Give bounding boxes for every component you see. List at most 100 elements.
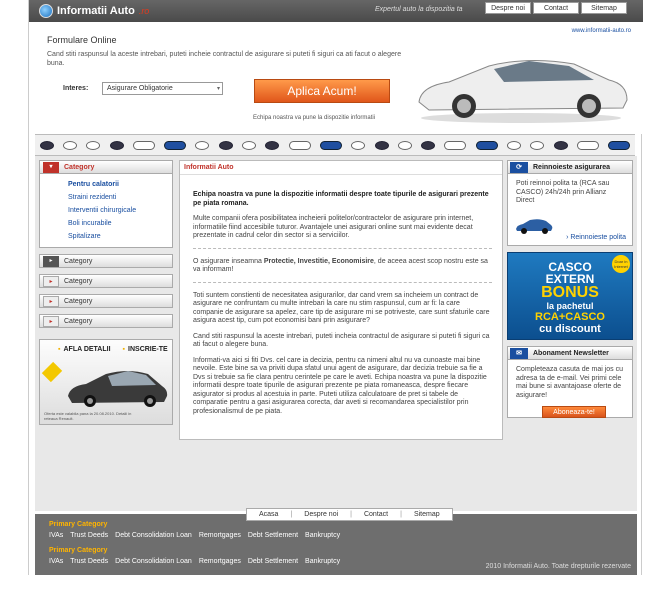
arrow-right-icon: ▸ bbox=[43, 295, 59, 307]
sidebar-category[interactable]: ▸ Category bbox=[39, 294, 173, 308]
brand-logo-icon[interactable] bbox=[195, 140, 210, 150]
tagline: Expertul auto la dispozitia ta bbox=[375, 6, 463, 13]
brand-logo-icon[interactable] bbox=[218, 140, 233, 150]
brand-logo-icon[interactable] bbox=[506, 140, 521, 150]
chevron-down-icon: ▾ bbox=[216, 86, 220, 92]
brand-logo-icon[interactable] bbox=[444, 140, 467, 150]
paragraph: Cand stiti raspunsul la aceste intrebari… bbox=[193, 332, 490, 349]
sidebar-category[interactable]: ▸ Category bbox=[39, 254, 173, 268]
subcategory-list: Pentru calatorii Straini rezidenti Inter… bbox=[39, 174, 173, 248]
footer-link[interactable]: Bankruptcy bbox=[305, 558, 340, 565]
nav-sitemap[interactable]: Sitemap bbox=[581, 2, 627, 14]
footer-link[interactable]: Trust Deeds bbox=[70, 532, 108, 539]
subcategory-link[interactable]: Interventii chirurgicale bbox=[68, 204, 172, 217]
right-sidebar: ⟳ Reinnoieste asigurarea Poti reinnoi po… bbox=[507, 160, 633, 418]
interes-label: Interes: bbox=[63, 85, 89, 92]
newsletter-header: ✉ Abonament Newsletter bbox=[507, 346, 633, 360]
subcategory-link[interactable]: Pentru calatorii bbox=[68, 178, 172, 191]
footer-link[interactable]: Remortgages bbox=[199, 558, 241, 565]
category-label: Category bbox=[64, 163, 95, 171]
subscribe-button[interactable]: Aboneaza-te! bbox=[542, 406, 606, 418]
arrow-right-icon: ▸ bbox=[43, 315, 59, 327]
promo-fine-print: Oferta este valabila pana la 20.08.2010.… bbox=[44, 411, 132, 421]
brand-logo-icon[interactable] bbox=[319, 140, 342, 150]
promo-inscrie-te[interactable]: INSCRIE-TE bbox=[123, 346, 168, 353]
form-description: Cand stiti raspunsul la aceste intrebari… bbox=[47, 51, 402, 67]
nav-despre-noi[interactable]: Despre noi bbox=[485, 2, 531, 14]
brand-logo-icon[interactable] bbox=[397, 140, 412, 150]
arrow-right-icon: ▸ bbox=[43, 275, 59, 287]
brand-logo-icon[interactable] bbox=[242, 140, 257, 150]
divider bbox=[193, 247, 492, 249]
brand-logo-icon[interactable] bbox=[421, 140, 436, 150]
footer-nav-sitemap[interactable]: Sitemap bbox=[402, 511, 452, 518]
footer-primary-category[interactable]: Primary Category bbox=[49, 521, 107, 528]
nav-contact[interactable]: Contact bbox=[533, 2, 579, 14]
casco-banner[interactable]: Doar in Internet CASCO EXTERN BONUS la p… bbox=[507, 252, 633, 340]
newsletter-title: Abonament Newsletter bbox=[533, 349, 609, 357]
casco-line: RCA+CASCO bbox=[535, 311, 605, 323]
renault-logo-icon bbox=[41, 361, 63, 383]
promo-afla-detalii[interactable]: AFLA DETALII bbox=[58, 346, 110, 353]
footer-link[interactable]: Debt Consolidation Loan bbox=[115, 532, 192, 539]
brand-logo-icon[interactable] bbox=[576, 140, 599, 150]
apply-button[interactable]: Aplica Acum! bbox=[254, 79, 390, 103]
brand-logo-icon[interactable] bbox=[530, 140, 545, 150]
casco-line: cu discount bbox=[539, 323, 601, 335]
renew-box: Poti reinnoi polita ta (RCA sau CASCO) 2… bbox=[507, 174, 633, 246]
arrow-right-icon: ▸ bbox=[43, 255, 59, 267]
renew-link[interactable]: › Reinnoieste polita bbox=[566, 234, 626, 243]
brand-logo-icon[interactable] bbox=[374, 140, 389, 150]
newsletter-box: Completeaza casuta de mai jos cu adresa … bbox=[507, 360, 633, 418]
text: O asigurare inseamna bbox=[193, 257, 264, 265]
subcategory-link[interactable]: Straini rezidenti bbox=[68, 191, 172, 204]
renault-promo-banner[interactable]: AFLA DETALII INSCRIE-TE Oferta este vala… bbox=[39, 339, 173, 425]
brand-logo-icon[interactable] bbox=[608, 140, 631, 150]
sidebar-category-main[interactable]: ▾ Category bbox=[39, 160, 173, 174]
footer-nav-despre-noi[interactable]: Despre noi bbox=[292, 511, 350, 518]
footer-primary-category[interactable]: Primary Category bbox=[49, 547, 107, 554]
site-url[interactable]: www.informatii-auto.ro bbox=[572, 28, 631, 34]
sidebar-category[interactable]: ▸ Category bbox=[39, 274, 173, 288]
renew-header: ⟳ Reinnoieste asigurarea bbox=[507, 160, 633, 174]
brand-logo-icon[interactable] bbox=[132, 140, 155, 150]
brand-logo-icon[interactable] bbox=[62, 140, 77, 150]
sidebar-category[interactable]: ▸ Category bbox=[39, 314, 173, 328]
site-logo[interactable]: Informatii Auto .ro bbox=[39, 3, 149, 19]
brand-logo-icon[interactable] bbox=[553, 140, 568, 150]
footer-link[interactable]: IVAs bbox=[49, 532, 63, 539]
header-form-area: www.informatii-auto.ro Formulare Online … bbox=[29, 22, 643, 134]
footer-link[interactable]: Debt Consolidation Loan bbox=[115, 558, 192, 565]
footer-links: IVAs Trust Deeds Debt Consolidation Loan… bbox=[49, 532, 340, 539]
refresh-icon: ⟳ bbox=[510, 161, 528, 173]
footer-link[interactable]: Bankruptcy bbox=[305, 532, 340, 539]
brand-logo-icon[interactable] bbox=[164, 140, 187, 150]
category-label: Category bbox=[64, 297, 93, 305]
footer-link[interactable]: Debt Settlement bbox=[248, 532, 298, 539]
brand-logo-icon[interactable] bbox=[475, 140, 498, 150]
brand-logo-icon[interactable] bbox=[109, 140, 124, 150]
main-content: Informatii Auto Echipa noastra va pune l… bbox=[179, 160, 503, 440]
apply-caption: Echipa noastra va pune la dispozitie inf… bbox=[253, 115, 376, 121]
brand-logo-icon[interactable] bbox=[351, 140, 366, 150]
interes-select[interactable]: Asigurare Obligatorie ▾ bbox=[102, 82, 223, 95]
divider bbox=[193, 281, 492, 283]
car-brands-strip bbox=[35, 134, 635, 156]
footer-link[interactable]: Trust Deeds bbox=[70, 558, 108, 565]
brand-logo-icon[interactable] bbox=[265, 140, 280, 150]
footer-nav-contact[interactable]: Contact bbox=[352, 511, 400, 518]
paragraph: Toti suntem constienti de necesitatea as… bbox=[193, 291, 490, 325]
logo-suffix: .ro bbox=[138, 6, 150, 16]
category-label: Category bbox=[64, 277, 93, 285]
brand-logo-icon[interactable] bbox=[86, 140, 101, 150]
brand-logo-icon[interactable] bbox=[288, 140, 311, 150]
brand-logo-icon[interactable] bbox=[39, 140, 54, 150]
subcategory-link[interactable]: Spitalizare bbox=[68, 230, 172, 243]
footer-link[interactable]: Remortgages bbox=[199, 532, 241, 539]
footer-nav: Acasa | Despre noi | Contact | Sitemap bbox=[246, 508, 453, 521]
subcategory-link[interactable]: Boli incurabile bbox=[68, 217, 172, 230]
footer-link[interactable]: IVAs bbox=[49, 558, 63, 565]
promo-links: AFLA DETALII INSCRIE-TE bbox=[40, 340, 172, 353]
footer-nav-acasa[interactable]: Acasa bbox=[247, 511, 290, 518]
footer-link[interactable]: Debt Settlement bbox=[248, 558, 298, 565]
